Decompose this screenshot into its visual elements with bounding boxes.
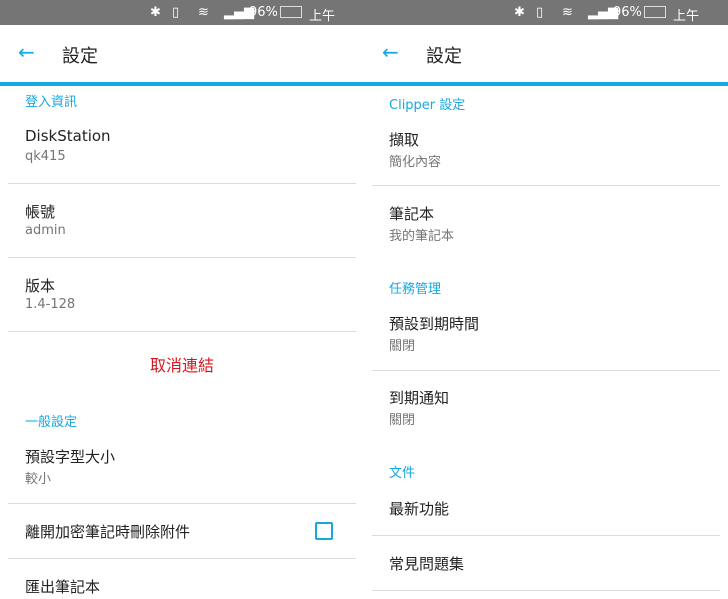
back-arrow-icon[interactable]: ←: [382, 42, 399, 62]
divider: [372, 185, 720, 186]
divider: [8, 257, 356, 258]
list-item-export[interactable]: 匯出筆記本: [0, 566, 364, 599]
settings-screen-left: ✱ ▯ ≋ ▂▄▆ 96% 上午1:44 ← 設定 登入資訊 DiskStati…: [0, 0, 364, 599]
item-subtitle: admin: [25, 223, 66, 238]
item-title: DiskStation: [25, 127, 111, 145]
item-title: 預設字型大小: [25, 448, 116, 466]
page-title: 設定: [426, 46, 462, 67]
status-bar: ✱ ▯ ≋ ▂▄▆ 96% 上午1:44: [364, 0, 728, 39]
section-header-login: 登入資訊: [25, 95, 78, 110]
divider: [372, 590, 720, 591]
status-bar: ✱ ▯ ≋ ▂▄▆ 96% 上午1:44: [0, 0, 364, 39]
list-item-account[interactable]: 帳號 admin: [0, 192, 364, 256]
item-title: 版本: [25, 277, 56, 295]
list-item-default-due[interactable]: 預設到期時間 關閉: [364, 304, 728, 368]
section-header-clipper: Clipper 設定: [389, 98, 466, 113]
item-subtitle: 關閉: [389, 339, 416, 354]
bluetooth-icon: ✱: [514, 5, 525, 20]
divider: [8, 558, 356, 559]
item-title: 筆記本: [389, 205, 435, 223]
item-subtitle: 簡化內容: [389, 155, 442, 170]
section-header-docs: 文件: [389, 466, 416, 481]
page-title: 設定: [62, 46, 98, 67]
item-subtitle: 1.4-128: [25, 297, 76, 312]
list-item-faq[interactable]: 常見問題集: [364, 543, 728, 589]
back-arrow-icon[interactable]: ←: [18, 42, 35, 62]
list-item-diskstation[interactable]: DiskStation qk415: [0, 118, 364, 182]
item-title: 預設到期時間: [389, 315, 480, 333]
accent-bar: [364, 82, 728, 86]
item-title: 離開加密筆記時刪除附件: [25, 523, 191, 541]
bluetooth-icon: ✱: [150, 5, 161, 20]
battery-icon: [644, 6, 666, 18]
divider: [372, 370, 720, 371]
divider: [8, 183, 356, 184]
list-item-notebook[interactable]: 筆記本 我的筆記本: [364, 194, 728, 258]
section-header-tasks: 任務管理: [389, 282, 442, 297]
item-title: 帳號: [25, 203, 56, 221]
item-title: 到期通知: [389, 389, 450, 407]
item-title: 最新功能: [389, 500, 450, 518]
list-item-version[interactable]: 版本 1.4-128: [0, 266, 364, 330]
app-bar: ← 設定: [0, 25, 364, 82]
list-item-delete-attachments[interactable]: 離開加密筆記時刪除附件: [0, 510, 364, 556]
delete-attachments-checkbox[interactable]: [315, 522, 333, 540]
section-header-general: 一般設定: [25, 415, 78, 430]
disconnect-button[interactable]: 取消連結: [0, 352, 364, 376]
settings-screen-right: ✱ ▯ ≋ ▂▄▆ 96% 上午1:44 ← 設定 Clipper 設定 擷取 …: [364, 0, 728, 599]
battery-percent: 96%: [613, 5, 642, 20]
list-item-due-notification[interactable]: 到期通知 關閉: [364, 378, 728, 442]
divider: [8, 503, 356, 504]
battery-percent: 96%: [249, 5, 278, 20]
item-title: 擷取: [389, 131, 420, 149]
item-subtitle: 較小: [25, 472, 52, 487]
divider: [8, 331, 356, 332]
list-item-capture[interactable]: 擷取 簡化內容: [364, 120, 728, 184]
vibrate-icon: ▯: [172, 5, 180, 20]
wifi-icon: ≋: [198, 5, 209, 20]
app-bar: ← 設定: [364, 25, 728, 82]
item-subtitle: 關閉: [389, 413, 416, 428]
vibrate-icon: ▯: [536, 5, 544, 20]
item-subtitle: qk415: [25, 149, 66, 164]
list-item-font-size[interactable]: 預設字型大小 較小: [0, 437, 364, 501]
item-title: 常見問題集: [389, 555, 465, 573]
divider: [372, 535, 720, 536]
wifi-icon: ≋: [562, 5, 573, 20]
item-subtitle: 我的筆記本: [389, 229, 455, 244]
accent-bar: [0, 82, 364, 86]
item-title: 匯出筆記本: [25, 578, 101, 596]
list-item-whats-new[interactable]: 最新功能: [364, 488, 728, 534]
battery-icon: [280, 6, 302, 18]
